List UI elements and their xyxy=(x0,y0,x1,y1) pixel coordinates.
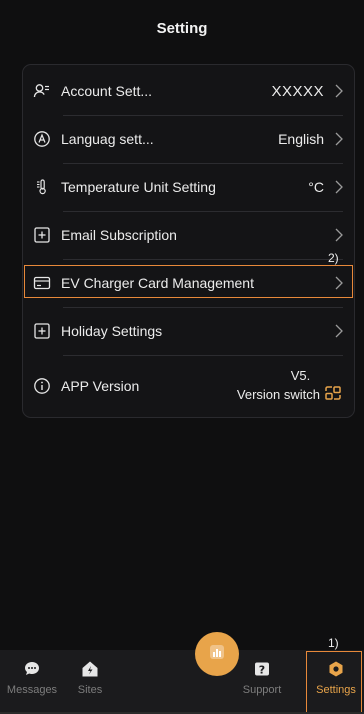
language-settings-row[interactable]: Languag sett... English xyxy=(33,116,344,162)
bar-chart-icon xyxy=(208,643,226,666)
language-a-icon xyxy=(33,130,51,148)
tab-messages-label: Messages xyxy=(6,684,58,696)
page-title: Setting xyxy=(156,20,208,37)
chevron-right-icon xyxy=(334,324,344,338)
version-number: V5. xyxy=(290,367,311,383)
account-value: XXXXX xyxy=(271,82,324,100)
language-settings-label: Languag sett... xyxy=(61,131,154,147)
plus-box-icon xyxy=(33,226,51,244)
account-settings-label: Account Sett... xyxy=(61,83,153,99)
annotation-step-2: 2) xyxy=(328,251,339,265)
holiday-settings-label: Holiday Settings xyxy=(61,323,163,339)
chat-bubble-icon xyxy=(2,654,62,678)
info-icon xyxy=(33,377,51,395)
app-version-row: APP Version V5. Version switch xyxy=(33,361,344,411)
tab-sites-label: Sites xyxy=(77,684,103,696)
language-value: English xyxy=(278,131,324,147)
svg-text:?: ? xyxy=(259,664,265,677)
version-switch-label: Version switch xyxy=(236,387,320,402)
dashboard-center-button[interactable] xyxy=(195,632,239,676)
chevron-right-icon xyxy=(334,180,344,194)
plus-box-icon xyxy=(33,322,51,340)
chevron-right-icon xyxy=(334,84,344,98)
home-bolt-icon xyxy=(60,654,120,678)
thermometer-icon xyxy=(33,178,51,196)
account-settings-row[interactable]: Account Sett... XXXXX xyxy=(33,68,344,114)
version-info: V5. Version switch xyxy=(237,367,342,406)
annotation-step-1: 1) xyxy=(328,636,339,650)
settings-card: Account Sett... XXXXX Languag sett... En… xyxy=(22,64,355,418)
highlight-box-settings-tab xyxy=(306,651,362,713)
app-version-label: APP Version xyxy=(61,378,140,394)
temperature-unit-value: °C xyxy=(308,179,324,195)
temperature-unit-label: Temperature Unit Setting xyxy=(61,179,216,195)
holiday-settings-row[interactable]: Holiday Settings xyxy=(33,308,344,354)
email-subscription-row[interactable]: Email Subscription xyxy=(33,212,344,258)
switch-icon xyxy=(324,385,342,406)
highlight-box-ev-card xyxy=(24,265,353,298)
version-switch-button[interactable]: Version switch xyxy=(237,385,342,406)
email-subscription-label: Email Subscription xyxy=(61,227,177,243)
user-list-icon xyxy=(33,82,51,100)
tab-support-label: Support xyxy=(242,684,282,696)
chevron-right-icon xyxy=(334,228,344,242)
chevron-right-icon xyxy=(334,132,344,146)
temperature-unit-row[interactable]: Temperature Unit Setting °C xyxy=(33,164,344,210)
tab-support[interactable]: ? Support xyxy=(232,654,292,696)
divider xyxy=(63,355,343,356)
tab-sites[interactable]: Sites xyxy=(60,654,120,696)
question-box-icon: ? xyxy=(232,654,292,678)
tab-messages[interactable]: Messages xyxy=(2,654,62,696)
